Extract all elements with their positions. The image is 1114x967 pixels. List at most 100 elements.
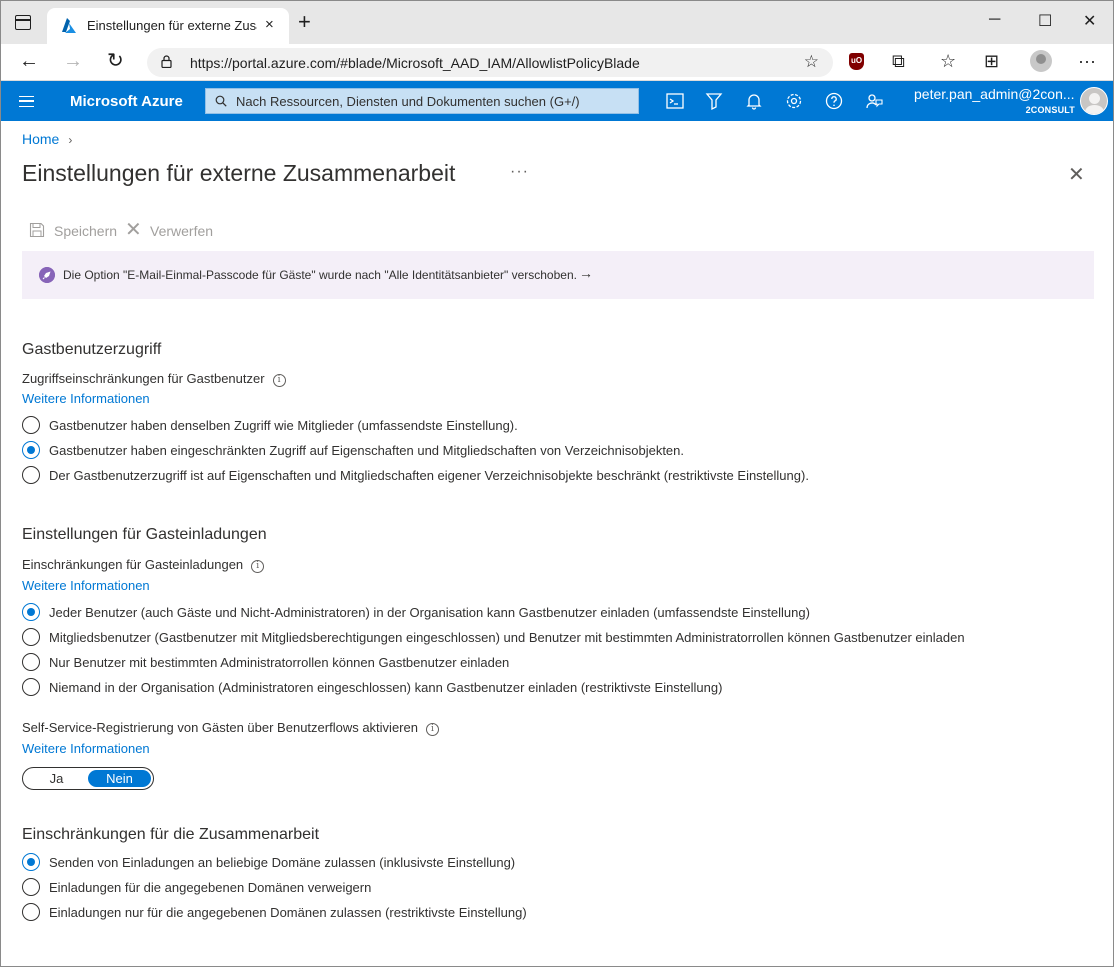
banner-text: Die Option "E-Mail-Einmal-Passcode für G… <box>63 268 577 282</box>
collab-option-2[interactable]: Einladungen für die angegebenen Domänen … <box>22 877 371 897</box>
back-icon[interactable]: ← <box>19 49 39 73</box>
collab-option-1[interactable]: Senden von Einladungen an beliebige Domä… <box>22 852 515 872</box>
guest-invite-field-label: Einschränkungen für Gasteinladungen i <box>22 557 265 573</box>
radio-label: Gastbenutzer haben eingeschränkten Zugri… <box>49 442 685 458</box>
toggle-option-no-selected[interactable]: Nein <box>88 770 151 787</box>
new-tab-button[interactable]: + <box>298 11 311 33</box>
account-avatar[interactable] <box>1080 87 1108 115</box>
radio-label: Gastbenutzer haben denselben Zugriff wie… <box>49 417 518 433</box>
save-button[interactable]: Speichern <box>54 223 117 239</box>
radio-label: Niemand in der Organisation (Administrat… <box>49 679 723 695</box>
radio-label: Einladungen für die angegebenen Domänen … <box>49 879 372 895</box>
add-favorite-icon[interactable]: ☆ <box>804 52 819 72</box>
info-banner: Die Option "E-Mail-Einmal-Passcode für G… <box>22 251 1094 299</box>
radio-circle[interactable] <box>22 903 40 921</box>
radio-label: Jeder Benutzer (auch Gäste und Nicht-Adm… <box>49 604 810 620</box>
more-options-icon[interactable]: ··· <box>510 163 529 181</box>
global-search-input[interactable]: Nach Ressourcen, Diensten und Dokumenten… <box>205 88 639 114</box>
radio-circle[interactable] <box>22 878 40 896</box>
guest-access-field-text: Zugriffseinschränkungen für Gastbenutzer <box>22 371 265 386</box>
portal-menu-icon[interactable] <box>19 96 34 107</box>
toggle-option-yes[interactable]: Ja <box>25 770 88 787</box>
breadcrumb: Home › <box>22 131 72 147</box>
collections-icon[interactable]: ⊞ <box>984 49 999 73</box>
chevron-right-icon: › <box>68 133 73 147</box>
favorites-icon[interactable]: ☆ <box>940 49 956 73</box>
refresh-icon[interactable]: ↻ <box>107 49 124 73</box>
close-blade-icon[interactable]: ✕ <box>1068 162 1085 187</box>
browser-window: Einstellungen für externe Zusammenarbeit… <box>0 0 1114 967</box>
radio-circle[interactable] <box>22 678 40 696</box>
help-icon[interactable] <box>824 91 844 111</box>
collab-option-3[interactable]: Einladungen nur für die angegebenen Domä… <box>22 902 527 922</box>
azure-brand[interactable]: Microsoft Azure <box>70 93 183 110</box>
breadcrumb-home-link[interactable]: Home <box>22 131 59 147</box>
tab-title: Einstellungen für externe Zusammenarbeit <box>87 18 257 33</box>
lock-icon <box>161 55 172 68</box>
guest-invite-more-info-link[interactable]: Weitere Informationen <box>22 578 150 593</box>
guest-access-field-label: Zugriffseinschränkungen für Gastbenutzer… <box>22 371 286 387</box>
tab-strip: Einstellungen für externe Zusammenarbeit… <box>1 1 1113 44</box>
arrow-right-icon[interactable]: → <box>579 265 593 281</box>
info-icon[interactable]: i <box>425 723 439 736</box>
radio-label: Senden von Einladungen an beliebige Domä… <box>49 854 516 870</box>
account-name[interactable]: peter.pan_admin@2con... <box>914 86 1075 102</box>
section-collab-restrictions-title: Einschränkungen für die Zusammenarbeit <box>22 826 320 843</box>
radio-label: Nur Benutzer mit bestimmten Administrato… <box>49 654 510 670</box>
maximize-icon[interactable]: ☐ <box>1038 11 1052 31</box>
browser-menu-icon[interactable]: ··· <box>1078 49 1096 73</box>
guest-invite-option-2[interactable]: Mitgliedsbenutzer (Gastbenutzer mit Mitg… <box>22 627 965 647</box>
radio-circle[interactable] <box>22 628 40 646</box>
browser-tab-active[interactable]: Einstellungen für externe Zusammenarbeit… <box>47 8 289 44</box>
minimize-icon[interactable]: ─ <box>989 11 1000 29</box>
cloud-shell-icon[interactable] <box>665 91 685 111</box>
self-service-field-label: Self-Service-Registrierung von Gästen üb… <box>22 720 439 736</box>
browser-profile-icon[interactable] <box>1030 50 1052 72</box>
guest-invite-field-text: Einschränkungen für Gasteinladungen <box>22 557 244 572</box>
discard-icon: ✕ <box>125 219 142 241</box>
guest-access-option-1[interactable]: Gastbenutzer haben denselben Zugriff wie… <box>22 415 518 435</box>
section-guest-invite-title: Einstellungen für Gasteinladungen <box>22 526 267 543</box>
page-title: Einstellungen für externe Zusammenarbeit <box>22 160 456 186</box>
notifications-icon[interactable] <box>744 91 764 111</box>
radio-circle[interactable] <box>22 466 40 484</box>
discard-button[interactable]: Verwerfen <box>150 223 213 239</box>
info-icon[interactable]: i <box>272 374 286 387</box>
section-guest-access-title: Gastbenutzerzugriff <box>22 341 162 358</box>
radio-circle[interactable] <box>22 653 40 671</box>
guest-access-option-2[interactable]: Gastbenutzer haben eingeschränkten Zugri… <box>22 440 684 460</box>
save-icon <box>29 222 45 238</box>
radio-label: Der Gastbenutzerzugriff ist auf Eigensch… <box>49 467 809 483</box>
feedback-icon[interactable] <box>864 91 884 111</box>
directory-filter-icon[interactable] <box>704 91 724 111</box>
forward-icon: → <box>63 50 83 72</box>
settings-gear-icon[interactable] <box>784 91 804 111</box>
guest-invite-option-4[interactable]: Niemand in der Organisation (Administrat… <box>22 677 722 697</box>
self-service-more-info-link[interactable]: Weitere Informationen <box>22 741 150 756</box>
radio-label: Einladungen nur für die angegebenen Domä… <box>49 904 527 920</box>
rocket-icon <box>39 267 55 283</box>
search-placeholder: Nach Ressourcen, Diensten und Dokumenten… <box>236 94 580 109</box>
self-service-toggle[interactable]: Ja Nein <box>22 767 154 790</box>
url-text: https://portal.azure.com/#blade/Microsof… <box>190 55 640 71</box>
guest-access-more-info-link[interactable]: Weitere Informationen <box>22 391 150 406</box>
self-service-field-text: Self-Service-Registrierung von Gästen üb… <box>22 720 418 735</box>
radio-circle-checked[interactable] <box>22 603 40 621</box>
guest-invite-option-1[interactable]: Jeder Benutzer (auch Gäste und Nicht-Adm… <box>22 602 810 622</box>
window-close-icon[interactable]: ✕ <box>1083 11 1096 31</box>
azure-favicon-icon <box>62 18 76 33</box>
guest-invite-option-3[interactable]: Nur Benutzer mit bestimmten Administrato… <box>22 652 509 672</box>
tab-close-icon[interactable]: × <box>265 16 274 33</box>
extensions-icon[interactable]: ⧉ <box>892 49 905 73</box>
info-icon[interactable]: i <box>251 560 265 573</box>
radio-circle[interactable] <box>22 416 40 434</box>
search-icon <box>215 95 227 107</box>
url-bar[interactable]: https://portal.azure.com/#blade/Microsof… <box>147 48 833 77</box>
radio-label: Mitgliedsbenutzer (Gastbenutzer mit Mitg… <box>49 629 965 645</box>
tab-actions-icon[interactable] <box>15 15 31 30</box>
radio-circle-checked[interactable] <box>22 441 40 459</box>
radio-circle-checked[interactable] <box>22 853 40 871</box>
guest-access-option-3[interactable]: Der Gastbenutzerzugriff ist auf Eigensch… <box>22 465 809 485</box>
ublock-extension-icon[interactable]: uO <box>849 53 864 70</box>
account-tenant: 2CONSULT <box>1025 105 1075 115</box>
